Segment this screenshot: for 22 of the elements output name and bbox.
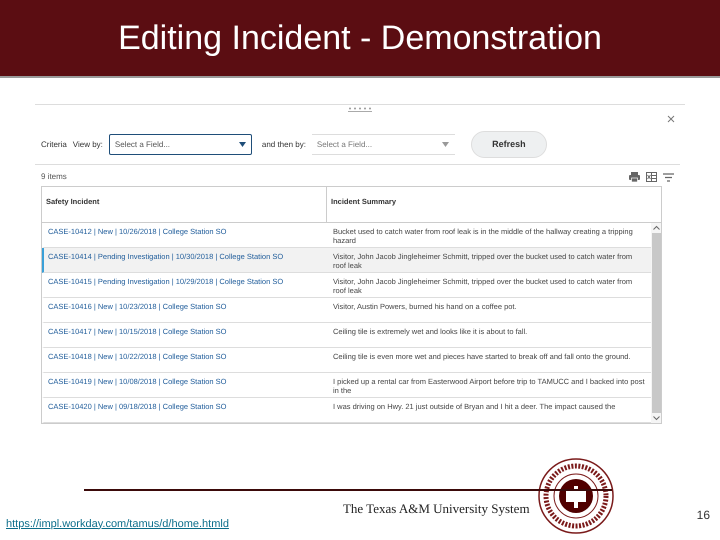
scrollbar[interactable] — [651, 223, 661, 423]
chevron-up-icon[interactable] — [652, 225, 660, 230]
chevron-down-icon[interactable] — [652, 416, 660, 421]
printer-icon[interactable] — [629, 172, 640, 182]
scrollbar-thumb[interactable] — [652, 233, 660, 413]
then-by-label: and then by: — [262, 138, 306, 150]
view-by-label: View by: — [72, 138, 103, 150]
page-number: 16 — [696, 507, 710, 524]
criteria-label: Criteria — [41, 138, 67, 150]
filter-icon[interactable] — [663, 172, 674, 182]
close-icon[interactable] — [667, 115, 675, 123]
university-wordmark: The Texas A&M University System — [342, 500, 530, 518]
drag-handle-icon[interactable] — [348, 107, 372, 112]
spreadsheet-icon[interactable] — [646, 172, 657, 182]
workday-link[interactable]: https://impl.workday.com/tamus/d/home.htmld — [6, 516, 229, 532]
view-by-dropdown[interactable]: Select a Field... — [108, 134, 252, 155]
refresh-button[interactable]: Refresh — [470, 131, 547, 158]
caret-icon — [238, 142, 246, 147]
caret-icon — [442, 142, 449, 147]
item-count: 9 items — [41, 171, 67, 183]
slide-title: Editing Incident - Demonstration — [118, 18, 602, 58]
then-by-dropdown[interactable]: Select a Field... — [312, 134, 455, 155]
